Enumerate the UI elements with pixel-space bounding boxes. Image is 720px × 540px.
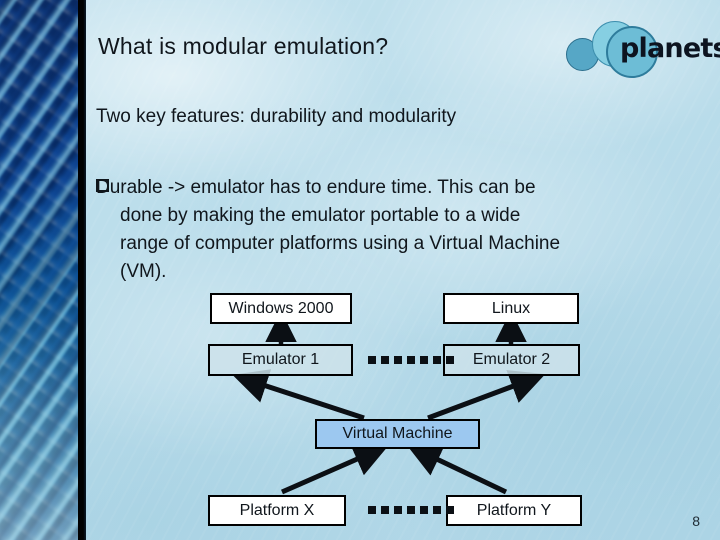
connector-dot (433, 506, 441, 514)
connector-dot (368, 356, 376, 364)
connector-dot (420, 506, 428, 514)
arrow-vm-to-emulator2 (427, 370, 546, 421)
connector-dot (433, 356, 441, 364)
logo-wordmark: planets (620, 33, 720, 64)
arrow-vm-to-emulator1 (232, 369, 365, 421)
diagram-box-emulator2[interactable]: Emulator 2 (443, 344, 580, 376)
connector-dot (420, 356, 428, 364)
connector-dot (446, 356, 454, 364)
connector-dot (394, 506, 402, 514)
connector-dot (394, 356, 402, 364)
diagram-box-emulator1[interactable]: Emulator 1 (208, 344, 353, 376)
arrow-platformy-to-vm (406, 443, 508, 495)
connector-dot (446, 506, 454, 514)
slide-canvas: What is modular emulation? Two key featu… (0, 0, 720, 540)
page-number: 8 (692, 513, 700, 529)
dotted-connector-emulators (368, 356, 454, 364)
connector-dot (381, 356, 389, 364)
architecture-diagram: Windows 2000 Linux Emulator 1 Emulator 2… (0, 0, 720, 540)
planets-logo: planets (564, 16, 720, 78)
diagram-box-virtual-machine[interactable]: Virtual Machine (315, 419, 480, 449)
dotted-connector-platforms (368, 506, 454, 514)
diagram-arrow-layer (232, 310, 546, 495)
connector-dot (407, 356, 415, 364)
connector-dot (381, 506, 389, 514)
connector-dot (368, 506, 376, 514)
diagram-box-platform-x[interactable]: Platform X (208, 495, 346, 526)
diagram-box-linux[interactable]: Linux (443, 293, 579, 324)
diagram-box-windows[interactable]: Windows 2000 (210, 293, 352, 324)
diagram-box-platform-y[interactable]: Platform Y (446, 495, 582, 526)
arrow-platformx-to-vm (280, 443, 389, 495)
connector-dot (407, 506, 415, 514)
